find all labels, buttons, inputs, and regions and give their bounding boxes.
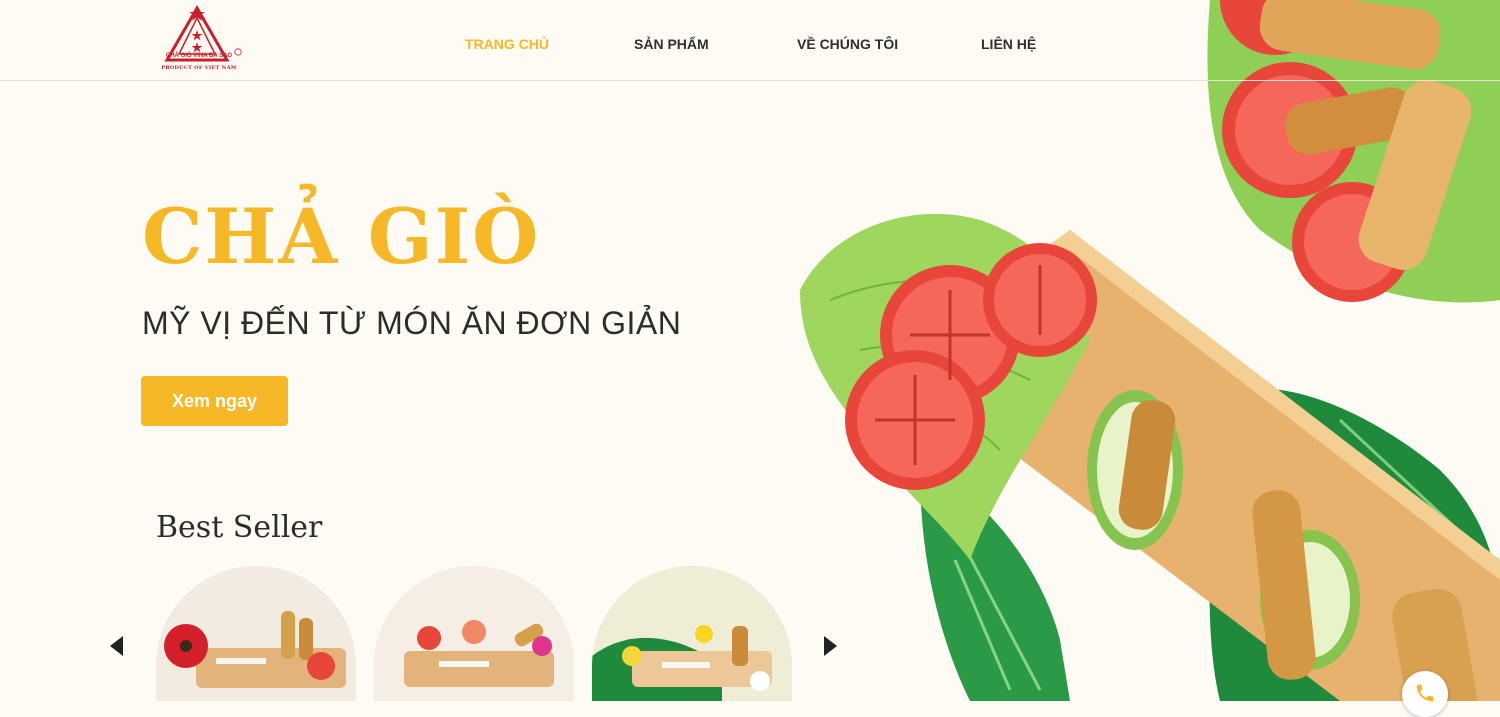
- caret-right-icon: [824, 636, 837, 656]
- logo-text: CHẢ GIÒ VINA BA SAO: [165, 53, 233, 59]
- nav-item-products[interactable]: SẢN PHẨM: [634, 36, 709, 52]
- nav-item-about[interactable]: VỀ CHÚNG TÔI: [797, 36, 898, 52]
- hero-subtitle: MỸ VỊ ĐẾN TỪ MÓN ĂN ĐƠN GIẢN: [142, 305, 682, 341]
- carousel-next-button[interactable]: [820, 634, 840, 658]
- caret-left-icon: [110, 636, 123, 656]
- call-button[interactable]: [1402, 671, 1448, 717]
- nav-item-home[interactable]: TRANG CHỦ: [465, 36, 549, 52]
- best-seller-title: Best Seller: [156, 510, 323, 545]
- site-header: CHẢ GIÒ VINA BA SAO PRODUCT OF VIET NAM …: [0, 0, 1500, 81]
- brand-logo[interactable]: CHẢ GIÒ VINA BA SAO PRODUCT OF VIET NAM: [157, 4, 245, 74]
- hero-title: CHẢ GIÒ: [142, 192, 541, 281]
- carousel-prev-button[interactable]: [107, 634, 127, 658]
- product-card-1[interactable]: [156, 566, 356, 701]
- nav-item-contact[interactable]: LIÊN HỆ: [981, 36, 1036, 52]
- product-card-2[interactable]: [374, 566, 574, 701]
- product-image-1: [156, 566, 356, 701]
- logo-caption: PRODUCT OF VIET NAM: [161, 65, 237, 71]
- product-image-2: [374, 566, 574, 701]
- hero-food-image: [800, 0, 1500, 701]
- view-now-button[interactable]: Xem ngay: [141, 376, 288, 426]
